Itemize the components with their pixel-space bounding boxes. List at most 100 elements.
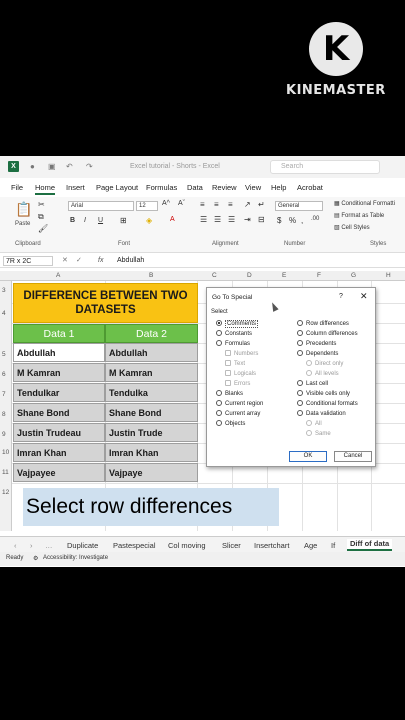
table-cell[interactable]: Abdullah: [105, 343, 198, 362]
row-header[interactable]: 11: [2, 469, 9, 476]
cancel-entry-icon[interactable]: ✕: [62, 256, 68, 264]
font-name-select[interactable]: Arial: [68, 201, 134, 211]
column-header-f[interactable]: F: [317, 272, 321, 279]
option-dependents[interactable]: Dependents: [297, 350, 338, 359]
row-header[interactable]: 8: [2, 411, 6, 418]
option-current-array[interactable]: Current array: [216, 410, 260, 419]
row-header[interactable]: 4: [2, 310, 6, 317]
tab-help[interactable]: Help: [271, 183, 286, 192]
autosave-toggle-icon[interactable]: ●: [30, 162, 35, 171]
format-as-table-button[interactable]: ▤ Format as Table: [334, 212, 384, 219]
scroll-right-icon[interactable]: ›: [30, 541, 33, 550]
sheet-tab-if[interactable]: If: [331, 541, 335, 550]
sheet-tab-pastespecial[interactable]: Pastespecial: [113, 541, 156, 550]
sheet-tab-insertchart[interactable]: Insertchart: [254, 541, 289, 550]
paste-icon[interactable]: 📋: [15, 201, 32, 218]
option-data-validation[interactable]: Data validation: [297, 410, 346, 419]
table-cell[interactable]: Abdullah: [13, 343, 105, 362]
sheet-tab-duplicate[interactable]: Duplicate: [67, 541, 98, 550]
format-painter-icon[interactable]: 🖌: [38, 224, 48, 233]
option-blanks[interactable]: Blanks: [216, 390, 243, 399]
confirm-entry-icon[interactable]: ✓: [76, 256, 82, 264]
ok-button[interactable]: OK: [289, 451, 327, 462]
tab-view[interactable]: View: [245, 183, 261, 192]
align-bottom-icon[interactable]: ≡: [228, 200, 233, 209]
tab-formulas[interactable]: Formulas: [146, 183, 177, 192]
font-size-select[interactable]: 12: [136, 201, 158, 211]
tab-review[interactable]: Review: [212, 183, 237, 192]
table-cell[interactable]: Tendulka: [105, 383, 198, 402]
option-formulas[interactable]: Formulas: [216, 340, 250, 349]
decrease-font-icon[interactable]: Aˇ: [178, 200, 185, 207]
indent-icon[interactable]: ⇥: [244, 215, 251, 224]
sheet-tab-col-moving[interactable]: Col moving: [168, 541, 206, 550]
table-cell[interactable]: Vajpayee: [13, 463, 105, 482]
undo-icon[interactable]: ↶: [66, 162, 73, 171]
save-icon[interactable]: ▣: [48, 162, 56, 171]
column-header-a[interactable]: A: [56, 272, 60, 279]
column-header-g[interactable]: G: [351, 272, 356, 279]
cell-styles-button[interactable]: ▧ Cell Styles: [334, 224, 370, 231]
option-objects[interactable]: Objects: [216, 420, 245, 429]
column-header-h[interactable]: H: [386, 272, 391, 279]
scroll-left-icon[interactable]: ‹: [14, 541, 17, 550]
wrap-text-icon[interactable]: ↵: [258, 200, 265, 209]
table-cell[interactable]: M Kamran: [105, 363, 198, 382]
table-cell[interactable]: Tendulkar: [13, 383, 105, 402]
align-top-icon[interactable]: ≡: [200, 200, 205, 209]
table-cell[interactable]: Justin Trudeau: [13, 423, 105, 442]
percent-icon[interactable]: %: [289, 216, 296, 225]
table-cell[interactable]: M Kamran: [13, 363, 105, 382]
search-box[interactable]: Search: [270, 160, 380, 174]
italic-icon[interactable]: I: [84, 217, 86, 224]
table-cell[interactable]: Imran Khan: [105, 443, 198, 462]
cancel-button[interactable]: Cancel: [334, 451, 372, 462]
option-visible-cells-only[interactable]: Visible cells only: [297, 390, 350, 399]
more-sheets-icon[interactable]: …: [45, 541, 53, 550]
insert-function-icon[interactable]: fx: [98, 257, 103, 264]
number-format-select[interactable]: General: [275, 201, 323, 211]
table-cell[interactable]: Shane Bond: [13, 403, 105, 422]
tab-acrobat[interactable]: Acrobat: [297, 183, 323, 192]
tab-data[interactable]: Data: [187, 183, 203, 192]
formula-input[interactable]: Abdullah: [117, 257, 144, 264]
underline-icon[interactable]: U: [98, 217, 103, 224]
copy-icon[interactable]: ⧉: [38, 212, 44, 222]
sheet-tab-age[interactable]: Age: [304, 541, 317, 550]
header-data-1[interactable]: Data 1: [13, 324, 105, 343]
redo-icon[interactable]: ↷: [86, 162, 93, 171]
paste-label[interactable]: Paste: [15, 221, 30, 227]
column-header-b[interactable]: B: [149, 272, 153, 279]
option-comments[interactable]: Comments: [216, 320, 259, 329]
align-center-icon[interactable]: ☰: [214, 215, 221, 224]
option-constants[interactable]: Constants: [216, 330, 252, 339]
tab-home[interactable]: Home: [35, 183, 56, 195]
help-icon[interactable]: ?: [339, 293, 343, 300]
align-right-icon[interactable]: ☰: [228, 215, 235, 224]
borders-icon[interactable]: ⊞: [120, 216, 127, 225]
option-last-cell[interactable]: Last cell: [297, 380, 328, 389]
orientation-icon[interactable]: ↗: [244, 200, 251, 209]
row-header[interactable]: 7: [2, 391, 6, 398]
option-row-differences[interactable]: Row differences: [297, 320, 349, 329]
row-header[interactable]: 12: [2, 489, 9, 496]
bold-icon[interactable]: B: [70, 217, 75, 224]
table-cell[interactable]: Justin Trude: [105, 423, 198, 442]
option-column-differences[interactable]: Column differences: [297, 330, 358, 339]
column-header-d[interactable]: D: [247, 272, 252, 279]
header-data-2[interactable]: Data 2: [105, 324, 198, 343]
font-color-icon[interactable]: A: [170, 216, 175, 223]
increase-font-icon[interactable]: A^: [162, 200, 170, 207]
column-header-c[interactable]: C: [212, 272, 217, 279]
cut-icon[interactable]: ✂: [38, 200, 45, 209]
table-cell[interactable]: Imran Khan: [13, 443, 105, 462]
option-precedents[interactable]: Precedents: [297, 340, 336, 349]
accessibility-status[interactable]: Accessibility: Investigate: [43, 555, 108, 561]
tab-file[interactable]: File: [11, 183, 23, 192]
row-header[interactable]: 6: [2, 371, 6, 378]
tab-page-layout[interactable]: Page Layout: [96, 183, 138, 192]
row-header[interactable]: 5: [2, 351, 6, 358]
sheet-tab-slicer[interactable]: Slicer: [222, 541, 241, 550]
row-header[interactable]: 10: [2, 449, 9, 456]
align-left-icon[interactable]: ☰: [200, 215, 207, 224]
